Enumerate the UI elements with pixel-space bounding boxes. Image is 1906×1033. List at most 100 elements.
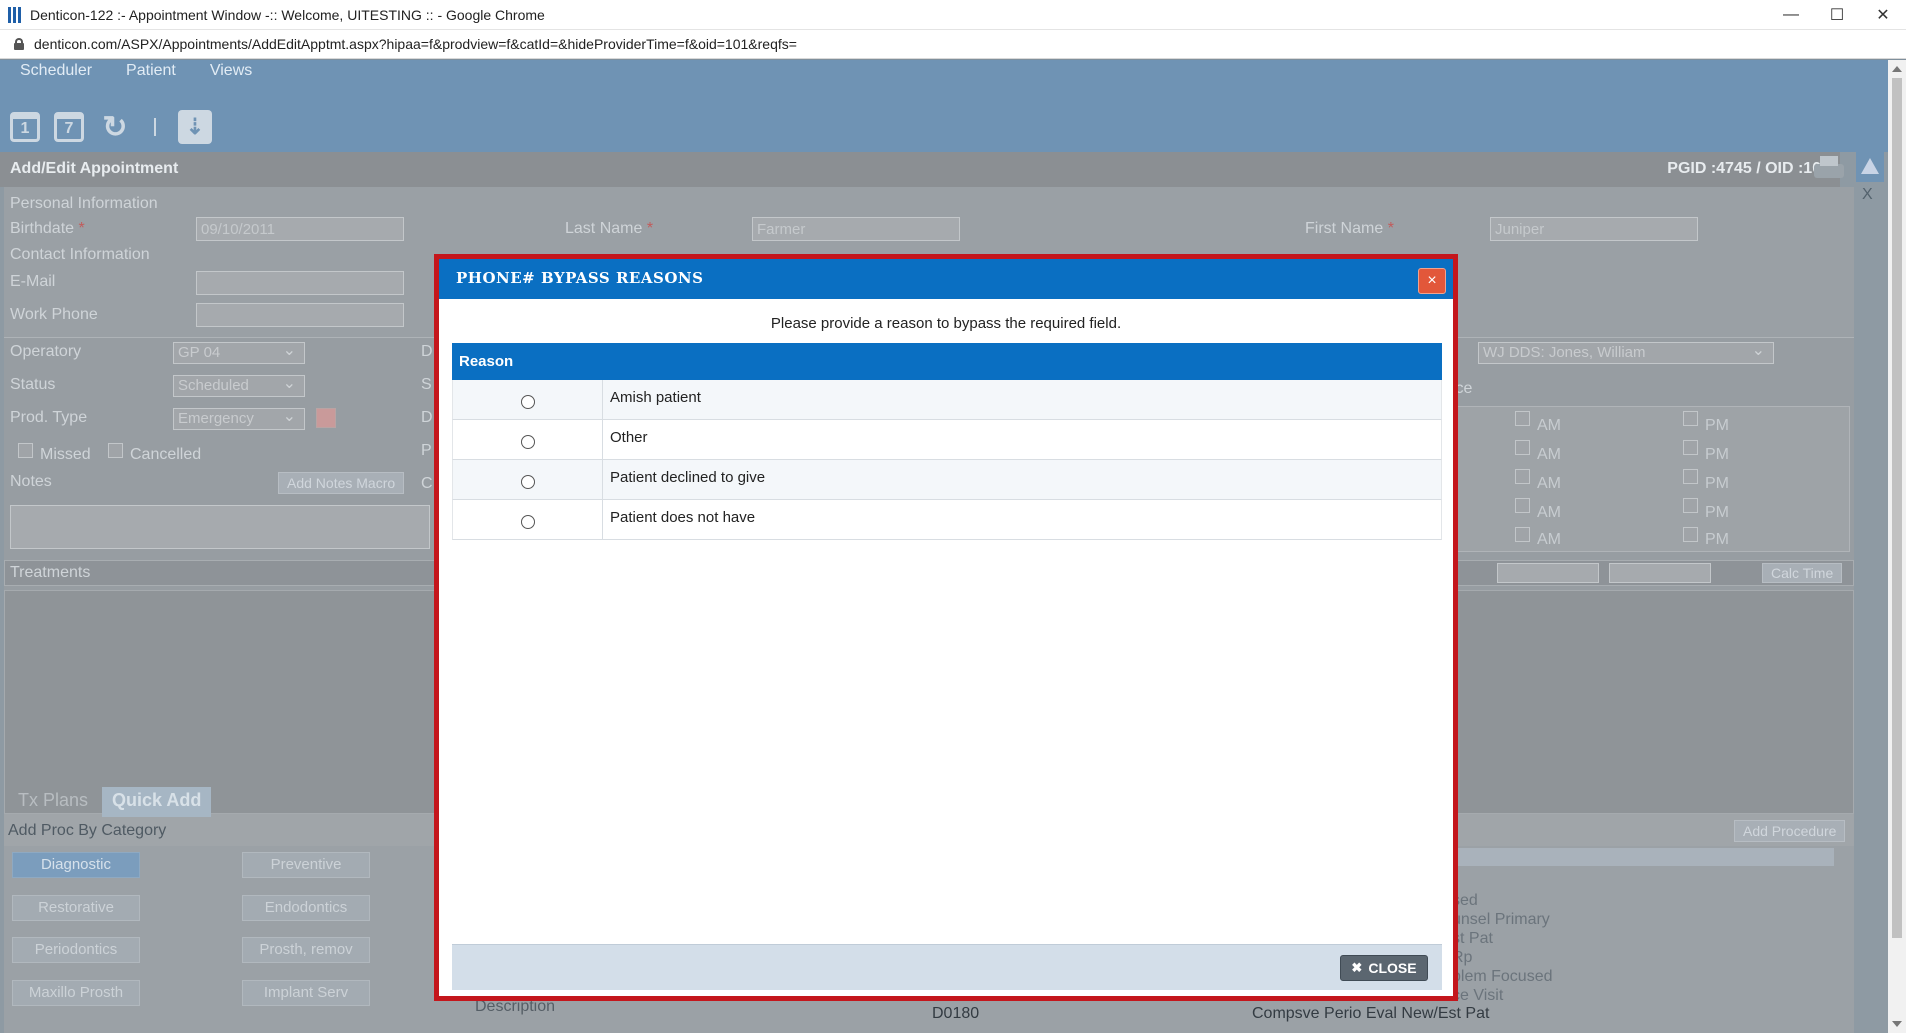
procedure-list-item[interactable]: st Pat xyxy=(1452,930,1493,948)
email-label: E-Mail xyxy=(10,273,56,290)
pm-checkbox[interactable] xyxy=(1683,469,1698,484)
procedure-list-item[interactable]: blem Focused xyxy=(1452,968,1553,986)
page-scrollbar[interactable] xyxy=(1888,60,1906,1033)
close-window-icon[interactable]: ✕ xyxy=(1860,0,1906,30)
category-maxillo-prosth-button[interactable]: Maxillo Prosth xyxy=(12,980,140,1006)
am-label: AM xyxy=(1537,504,1561,521)
missed-checkbox[interactable] xyxy=(18,443,33,458)
workphone-field[interactable] xyxy=(196,303,404,327)
calendar-week-label: 7 xyxy=(64,120,74,137)
refresh-icon[interactable]: ↻ xyxy=(98,110,132,144)
am-checkbox[interactable] xyxy=(1515,411,1530,426)
collapse-down-icon[interactable]: ⇣ xyxy=(178,110,212,144)
add-notes-macro-button[interactable]: Add Notes Macro xyxy=(278,472,405,494)
calendar-week-icon[interactable]: 7 xyxy=(54,112,84,142)
scroll-up-icon[interactable] xyxy=(1892,66,1902,72)
am-checkbox[interactable] xyxy=(1515,527,1530,542)
scroll-down-icon[interactable] xyxy=(1892,1021,1902,1027)
category-diagnostic-button[interactable]: Diagnostic xyxy=(12,852,140,878)
reason-row[interactable]: Patient does not have xyxy=(452,500,1442,540)
collapse-up-icon[interactable] xyxy=(1856,152,1884,182)
lastname-label: Last Name * xyxy=(565,220,653,238)
pm-checkbox[interactable] xyxy=(1683,527,1698,542)
pm-checkbox[interactable] xyxy=(1683,411,1698,426)
category-endodontics-button[interactable]: Endodontics xyxy=(242,895,370,921)
am-label: AM xyxy=(1537,531,1561,548)
status-select[interactable]: Scheduled xyxy=(173,373,305,397)
calc-time-button[interactable]: Calc Time xyxy=(1762,563,1843,583)
side-close-icon[interactable]: X xyxy=(1862,186,1873,204)
am-checkbox[interactable] xyxy=(1515,498,1530,513)
maximize-icon[interactable]: ☐ xyxy=(1814,0,1860,30)
category-periodontics-button[interactable]: Periodontics xyxy=(12,937,140,963)
category-restorative-button[interactable]: Restorative xyxy=(12,895,140,921)
provider-select[interactable]: WJ DDS: Jones, William xyxy=(1478,340,1774,364)
close-button[interactable]: ✖ CLOSE xyxy=(1340,955,1428,981)
column-c-label: C xyxy=(421,475,433,492)
calendar-day-icon[interactable]: 1 xyxy=(10,112,40,142)
firstname-label-text: First Name xyxy=(1305,220,1384,237)
operatory-select[interactable]: GP 04 xyxy=(173,340,305,364)
am-checkbox[interactable] xyxy=(1515,469,1530,484)
reason-row[interactable]: Other xyxy=(452,420,1442,460)
menu-bar: Scheduler Patient Views xyxy=(0,60,1888,102)
reason-row[interactable]: Patient declined to give xyxy=(452,460,1442,500)
pm-checkbox[interactable] xyxy=(1683,440,1698,455)
email-field[interactable] xyxy=(196,271,404,295)
notes-label: Notes xyxy=(10,473,52,490)
add-procedure-button[interactable]: Add Procedure xyxy=(1734,820,1846,842)
procedure-description[interactable]: Compsve Perio Eval New/Est Pat xyxy=(1252,1005,1489,1023)
tab-tx-plans[interactable]: Tx Plans xyxy=(8,787,98,817)
category-preventive-button[interactable]: Preventive xyxy=(242,852,370,878)
close-x-icon: ✖ xyxy=(1351,960,1363,975)
address-bar[interactable]: denticon.com/ASPX/Appointments/AddEditAp… xyxy=(0,30,1906,59)
reason-rows: Amish patient Other Patient declined to … xyxy=(452,380,1442,540)
radio-cell xyxy=(453,380,603,419)
section-header: Add/Edit Appointment PGID :4745 / OID :1… xyxy=(0,152,1840,187)
prodtype-color-swatch[interactable] xyxy=(316,408,336,428)
category-implant-serv-button[interactable]: Implant Serv xyxy=(242,980,370,1006)
procedure-list-item[interactable]: unsel Primary xyxy=(1452,911,1550,929)
radio-cell xyxy=(453,500,603,539)
treatments-heading: Treatments xyxy=(10,564,91,581)
print-icon[interactable] xyxy=(1812,154,1846,184)
am-checkbox[interactable] xyxy=(1515,440,1530,455)
minimize-icon[interactable]: — xyxy=(1768,0,1814,30)
dialog-close-icon[interactable]: × xyxy=(1418,268,1446,294)
close-button-label: CLOSE xyxy=(1368,960,1417,976)
radio-cell xyxy=(453,460,603,499)
prodtype-select[interactable]: Emergency xyxy=(173,406,305,430)
menu-patient[interactable]: Patient xyxy=(126,60,176,80)
contact-info-heading: Contact Information xyxy=(10,246,150,263)
category-prosth-remov-button[interactable]: Prosth, remov xyxy=(242,937,370,963)
lastname-field[interactable]: Farmer xyxy=(752,217,960,241)
menu-scheduler[interactable]: Scheduler xyxy=(20,60,92,80)
pm-label: PM xyxy=(1705,417,1729,434)
birthdate-field[interactable]: 09/10/2011 xyxy=(196,217,404,241)
status-label: Status xyxy=(10,376,56,393)
column-d-label: D xyxy=(421,343,433,360)
time-field-2[interactable] xyxy=(1609,563,1711,583)
scroll-thumb[interactable] xyxy=(1892,78,1902,938)
calendar-day-label: 1 xyxy=(20,120,30,137)
cancelled-label: Cancelled xyxy=(130,446,202,463)
reason-radio-amish[interactable] xyxy=(520,394,535,409)
radio-cell xyxy=(453,420,603,459)
reason-radio-other[interactable] xyxy=(520,434,535,449)
cancelled-checkbox[interactable] xyxy=(108,443,123,458)
notes-textarea[interactable] xyxy=(10,505,430,549)
tab-quick-add[interactable]: Quick Add xyxy=(102,787,212,817)
dialog-message: Please provide a reason to bypass the re… xyxy=(770,315,1122,332)
reason-radio-declined[interactable] xyxy=(520,474,535,489)
menu-views[interactable]: Views xyxy=(210,60,252,80)
reason-radio-does-not-have[interactable] xyxy=(520,514,535,529)
birthdate-label: Birthdate * xyxy=(10,220,85,238)
procedure-code[interactable]: D0180 xyxy=(932,1005,979,1023)
firstname-field[interactable]: Juniper xyxy=(1490,217,1698,241)
url-text[interactable]: denticon.com/ASPX/Appointments/AddEditAp… xyxy=(34,36,797,52)
pm-checkbox[interactable] xyxy=(1683,498,1698,513)
reason-row[interactable]: Amish patient xyxy=(452,380,1442,420)
column-s-label: S xyxy=(421,376,432,393)
time-field-1[interactable] xyxy=(1497,563,1599,583)
procedure-list-item[interactable]: ce Visit xyxy=(1452,987,1503,1005)
